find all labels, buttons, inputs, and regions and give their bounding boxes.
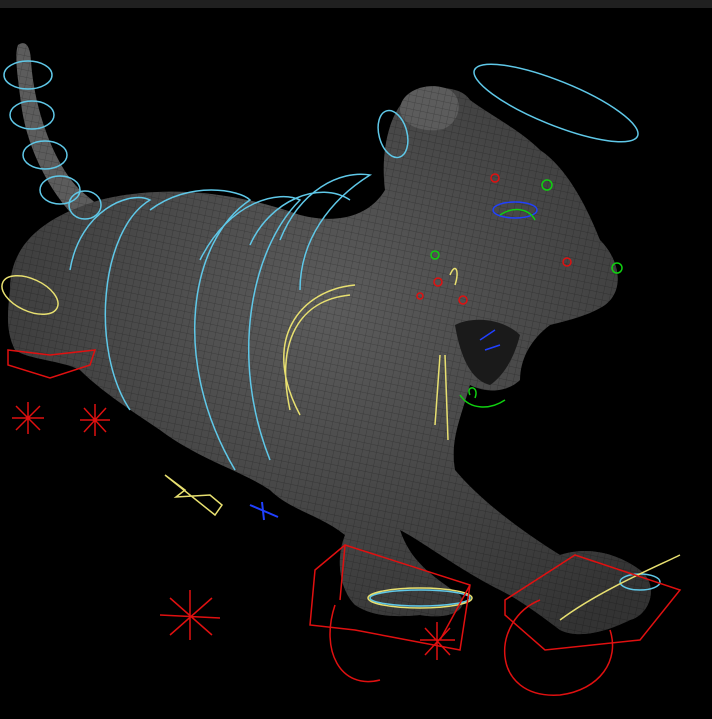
front-foot-arc[interactable] [329, 604, 381, 683]
pole-vector-2[interactable] [80, 404, 110, 436]
pole-vector-4[interactable] [420, 622, 455, 660]
ear-mesh[interactable] [400, 86, 459, 131]
body-shading [7, 88, 651, 635]
pole-vector-3[interactable] [159, 590, 221, 640]
lion-cub-mesh[interactable] [7, 43, 651, 635]
spine-ik-blue[interactable] [249, 501, 279, 521]
pole-vector-1[interactable] [12, 402, 44, 434]
3d-viewport[interactable] [0, 8, 712, 719]
viewport-toolbar-strip [0, 0, 712, 8]
hip-pivot-control[interactable] [164, 474, 224, 517]
